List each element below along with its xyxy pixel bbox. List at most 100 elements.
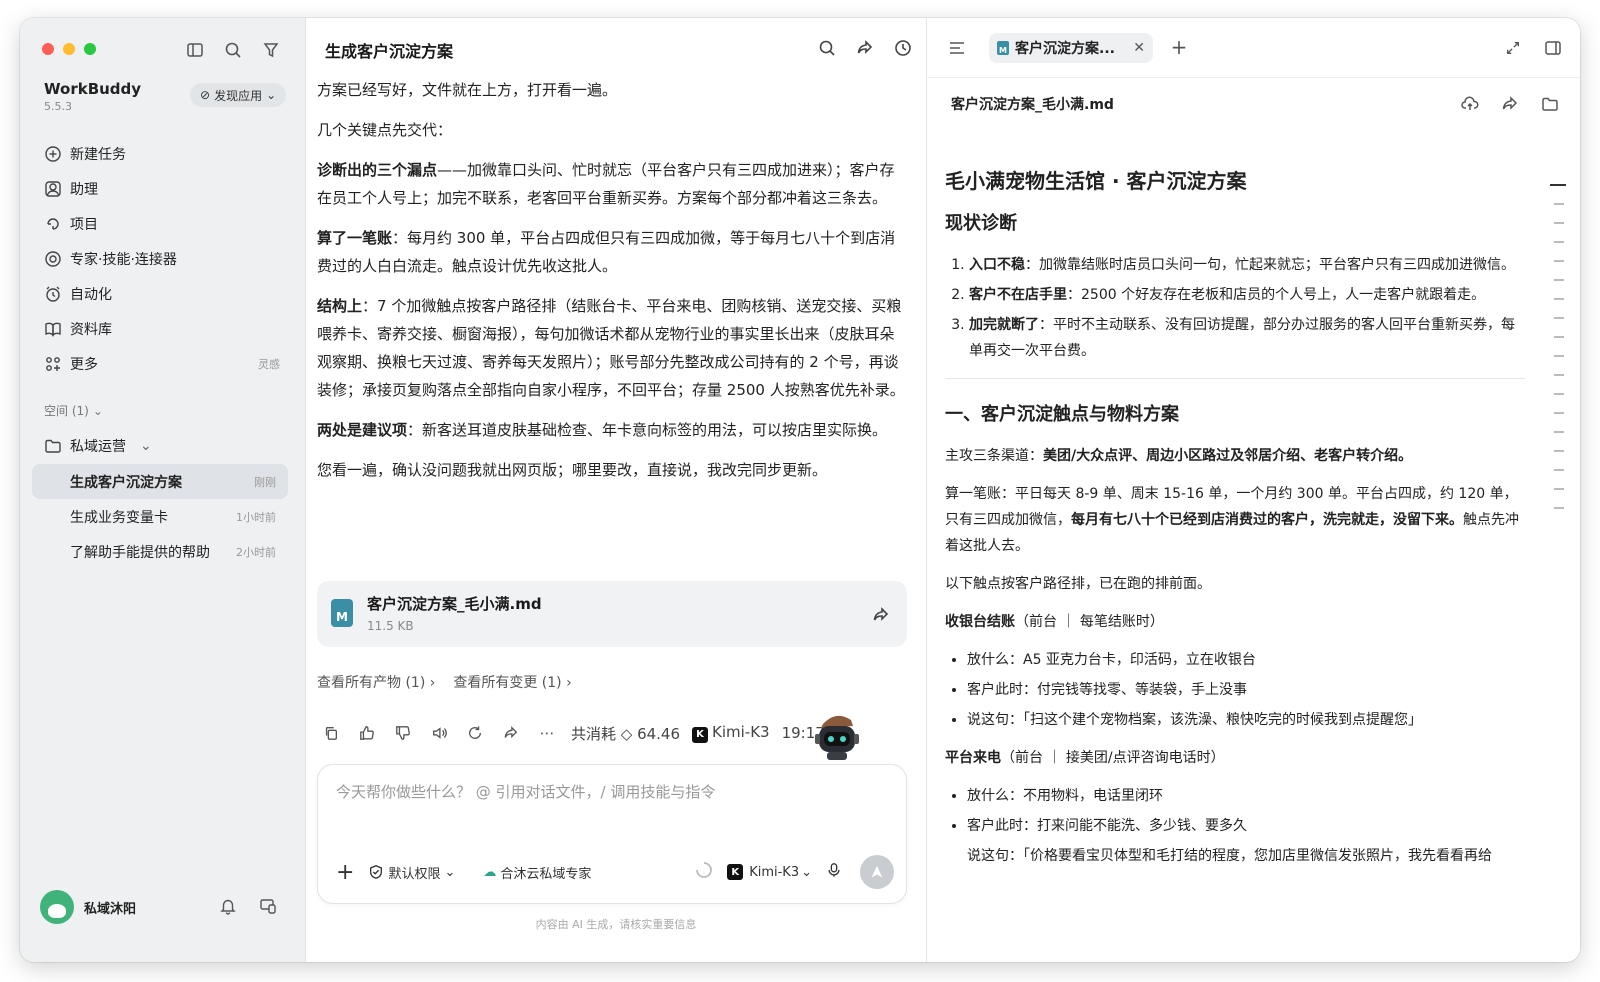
- document-panel: M 客户沉淀方案... ✕ + 客户沉淀方案_毛小满.md 毛小满宠物生活馆 ·…: [926, 18, 1580, 962]
- item-bold: 入口不稳: [969, 257, 1025, 273]
- message-text: ：每月约 300 单，平台占四成但只有三四成加微，等于每月七八十个到店消费过的人…: [317, 229, 896, 275]
- message-paragraph: 几个关键点先交代：: [317, 121, 453, 139]
- copy-icon[interactable]: [319, 721, 343, 745]
- document-tab[interactable]: M 客户沉淀方案... ✕: [989, 33, 1153, 63]
- outline-mark[interactable]: [1554, 203, 1564, 205]
- model-select[interactable]: K Kimi-K3 ⌄: [727, 864, 812, 880]
- expert-select[interactable]: ☁ 合沐云私域专家: [483, 863, 591, 882]
- more-horizontal-icon[interactable]: ⋯: [535, 721, 559, 745]
- close-window-button[interactable]: [42, 43, 54, 55]
- menu-icon[interactable]: [945, 36, 969, 60]
- folder-label: 私域运营: [70, 439, 126, 455]
- speaker-icon[interactable]: [427, 721, 451, 745]
- outline-minimap[interactable]: [1550, 184, 1566, 526]
- outline-mark[interactable]: [1554, 393, 1564, 395]
- outline-mark[interactable]: [1554, 431, 1564, 433]
- outline-mark[interactable]: [1554, 507, 1564, 509]
- nav-experts[interactable]: 专家·技能·连接器: [34, 241, 292, 276]
- nav-project[interactable]: 项目: [34, 206, 292, 241]
- item-text: ：平时不主动联系、没有回访提醒，部分办过服务的客人回平台重新买券，每单再交一次平…: [969, 317, 1515, 359]
- message-bold: 两处是建议项: [317, 421, 408, 439]
- permission-select[interactable]: 默认权限 ⌄: [368, 863, 455, 882]
- window-controls: [42, 43, 96, 55]
- nav-inspiration-badge[interactable]: 灵感: [258, 356, 280, 372]
- panel-toggle-icon[interactable]: [1541, 36, 1565, 60]
- folder-private-domain[interactable]: 私域运营 ⌄: [44, 436, 152, 456]
- message-composer[interactable]: 今天帮你做些什么？ @ 引用对话文件，/ 调用技能与指令 + 默认权限 ⌄ ☁ …: [317, 764, 907, 904]
- minimize-window-button[interactable]: [63, 43, 75, 55]
- nav-library[interactable]: 资料库: [34, 311, 292, 346]
- list-item: 加完就断了：平时不主动联系、没有回访提醒，部分办过服务的客人回平台重新买券，每单…: [969, 312, 1525, 364]
- outline-mark[interactable]: [1554, 222, 1564, 224]
- upload-cloud-icon[interactable]: [1458, 92, 1482, 116]
- sidebar-nav: 新建任务 助理 项目 专家·技能·连接器 自动化 资料库 更多 灵感: [34, 136, 292, 381]
- send-button[interactable]: [860, 855, 894, 889]
- nav-assistant[interactable]: 助理: [34, 171, 292, 206]
- file-name: 客户沉淀方案_毛小满.md: [367, 595, 542, 613]
- model-indicator: K Kimi-K3: [692, 723, 770, 743]
- outline-mark[interactable]: [1554, 336, 1564, 338]
- loading-spinner-icon: [695, 861, 713, 883]
- calc-bold: 每月有七八十个已经到店消费过的客户，洗完就走，没留下来。: [1071, 512, 1463, 528]
- share-icon[interactable]: [1498, 92, 1522, 116]
- outline-mark[interactable]: [1554, 374, 1564, 376]
- nav-label: 专家·技能·连接器: [70, 251, 177, 268]
- share-icon[interactable]: [869, 603, 893, 627]
- new-tab-icon[interactable]: +: [1167, 35, 1191, 59]
- search-icon[interactable]: [221, 38, 245, 62]
- nav-new-task[interactable]: 新建任务: [34, 136, 292, 171]
- outline-mark[interactable]: [1554, 469, 1564, 471]
- nav-label: 项目: [70, 216, 98, 233]
- regenerate-icon[interactable]: [463, 721, 487, 745]
- outline-mark[interactable]: [1554, 355, 1564, 357]
- task-label: 了解助手能提供的帮助: [70, 544, 210, 561]
- task-time: 2小时前: [236, 545, 276, 559]
- chevron-down-icon: ⌄: [444, 864, 456, 880]
- outline-mark[interactable]: [1554, 241, 1564, 243]
- thumbs-up-icon[interactable]: [355, 721, 379, 745]
- message-bold: 算了一笔账: [317, 229, 393, 247]
- outline-mark[interactable]: [1554, 317, 1564, 319]
- expand-icon[interactable]: [1501, 36, 1525, 60]
- folder-icon[interactable]: [1538, 92, 1562, 116]
- divider: [945, 378, 1525, 379]
- history-clock-icon[interactable]: [891, 36, 915, 60]
- bell-icon[interactable]: [216, 894, 240, 918]
- discover-apps-button[interactable]: ⊘ 发现应用 ⌄: [190, 83, 287, 107]
- task-item-active[interactable]: 生成客户沉淀方案 刚刚: [32, 464, 288, 499]
- add-attachment-icon[interactable]: +: [336, 860, 354, 885]
- microphone-icon[interactable]: [826, 862, 842, 882]
- user-profile[interactable]: 私域沐阳: [40, 890, 136, 924]
- share-icon[interactable]: [853, 36, 877, 60]
- close-icon[interactable]: ✕: [1133, 40, 1145, 56]
- search-icon[interactable]: [815, 36, 839, 60]
- nav-label: 更多: [70, 356, 98, 373]
- file-attachment-card[interactable]: M 客户沉淀方案_毛小满.md 11.5 KB: [317, 581, 907, 647]
- outline-mark[interactable]: [1554, 488, 1564, 490]
- space-section-toggle[interactable]: 空间 (1) ⌄: [44, 402, 103, 419]
- message-actions: ⋯ 共消耗 ◇ 64.46 K Kimi-K3 19:17: [319, 721, 825, 745]
- outline-mark[interactable]: [1550, 184, 1566, 186]
- message-bold: 诊断出的三个漏点: [317, 161, 438, 179]
- view-changes-link[interactable]: 查看所有变更 (1) ›: [453, 672, 571, 692]
- subsection-heading: 收银台结账（前台 ｜ 每笔结账时）: [945, 609, 1525, 635]
- zoom-window-button[interactable]: [84, 43, 96, 55]
- nav-automation[interactable]: 自动化: [34, 276, 292, 311]
- share-icon[interactable]: [499, 721, 523, 745]
- outline-mark[interactable]: [1554, 450, 1564, 452]
- nav-more[interactable]: 更多 灵感: [34, 346, 292, 381]
- filter-icon[interactable]: [259, 38, 283, 62]
- outline-mark[interactable]: [1554, 279, 1564, 281]
- token-consumption: 共消耗 ◇ 64.46: [571, 724, 681, 743]
- chat-toolbar: [815, 36, 915, 60]
- task-item[interactable]: 生成业务变量卡 1小时前: [32, 499, 288, 534]
- sidebar-toggle-icon[interactable]: [183, 38, 207, 62]
- task-item[interactable]: 了解助手能提供的帮助 2小时前: [32, 534, 288, 569]
- outline-mark[interactable]: [1554, 260, 1564, 262]
- outline-mark[interactable]: [1554, 298, 1564, 300]
- thumbs-down-icon[interactable]: [391, 721, 415, 745]
- model-name: Kimi-K3: [712, 723, 770, 742]
- outline-mark[interactable]: [1554, 412, 1564, 414]
- device-switch-icon[interactable]: [256, 894, 280, 918]
- view-artifacts-link[interactable]: 查看所有产物 (1) ›: [317, 672, 435, 692]
